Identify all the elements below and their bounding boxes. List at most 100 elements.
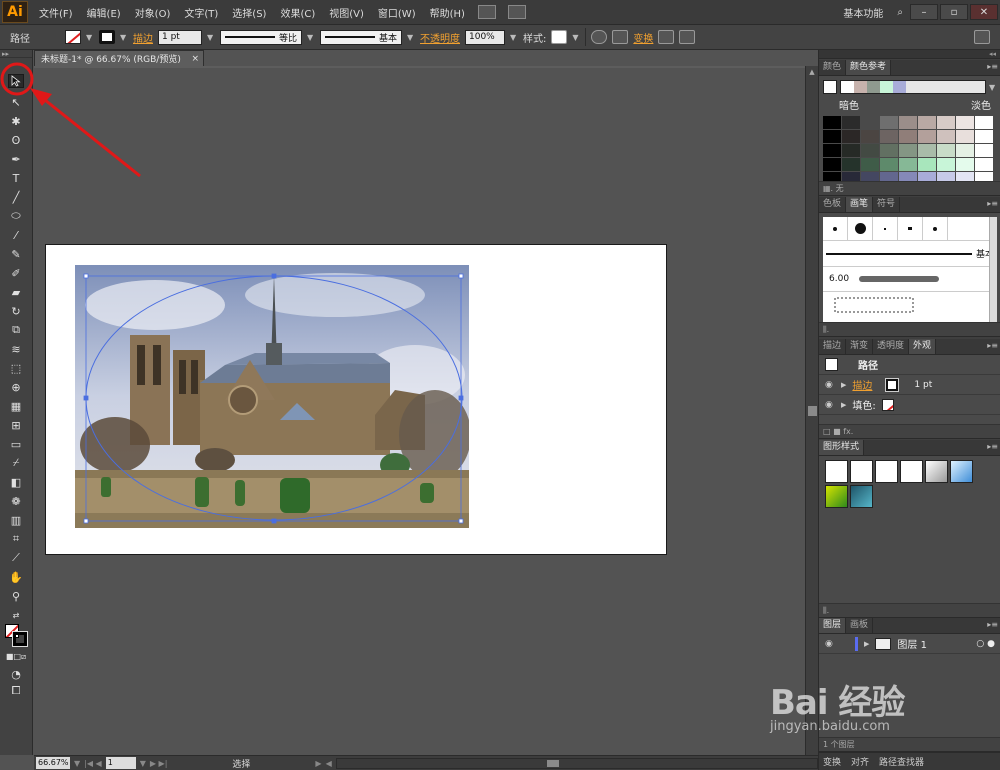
tab-layers[interactable]: 图层 [819, 618, 847, 633]
status-menu-icon[interactable]: ▶ [315, 759, 321, 768]
scroll-thumb[interactable] [546, 759, 559, 767]
rotate-tool-icon[interactable]: ↻ [8, 304, 24, 318]
close-icon[interactable]: × [191, 54, 199, 64]
brush-basic[interactable]: 基本 [823, 241, 997, 267]
color-guide-swatch[interactable] [823, 116, 841, 129]
expand-icon[interactable]: ▶ [841, 401, 846, 409]
brush-pattern[interactable] [823, 292, 997, 320]
stroke-panel-link[interactable]: 描边 [133, 30, 153, 45]
menu-file[interactable]: 文件(F) [32, 5, 80, 20]
color-guide-swatch[interactable] [956, 144, 974, 157]
graphic-style-library-icon[interactable]: ⫼. [823, 606, 829, 615]
color-guide-grid[interactable] [823, 116, 997, 185]
tab-brushes[interactable]: 画笔 [846, 197, 874, 212]
hand-tool-icon[interactable]: ✋ [8, 570, 24, 584]
chevron-down-icon[interactable]: ▼ [307, 33, 315, 42]
dock-collapse-icon[interactable]: ◂◂ [819, 50, 1000, 59]
mesh-tool-icon[interactable]: ⊞ [8, 418, 24, 432]
menu-select[interactable]: 选择(S) [225, 5, 273, 20]
canvas[interactable] [34, 68, 805, 755]
bridge-icon[interactable] [477, 5, 496, 19]
blob-brush-tool-icon[interactable]: ✐ [8, 266, 24, 280]
search-icon[interactable]: ⌕ [890, 7, 910, 18]
color-guide-swatch[interactable] [937, 144, 955, 157]
tab-artboards[interactable]: 画板 [846, 618, 874, 633]
arrange-documents-icon[interactable] [507, 5, 526, 19]
harmony-swatch[interactable] [893, 81, 906, 93]
workspace-switcher[interactable]: 基本功能 [836, 5, 890, 20]
brush-calligraphic-3[interactable] [923, 217, 948, 240]
transform-link[interactable]: 变换 [633, 30, 653, 45]
color-guide-swatch[interactable] [899, 144, 917, 157]
layer-row[interactable]: ◉ ▶ 图层 1 ○ ● [819, 634, 1000, 654]
color-guide-swatch[interactable] [823, 158, 841, 171]
brush-calligraphic-2[interactable] [898, 217, 923, 240]
expand-icon[interactable]: ▶ [864, 640, 869, 648]
color-guide-swatch[interactable] [880, 130, 898, 143]
color-guide-swatch[interactable] [956, 158, 974, 171]
color-guide-swatch[interactable] [861, 158, 879, 171]
panel-menu-icon[interactable] [974, 30, 990, 44]
color-guide-swatch[interactable] [937, 116, 955, 129]
base-color-swatch[interactable] [823, 80, 837, 94]
color-mode-icons[interactable]: ■□⧄ [6, 650, 26, 664]
eye-icon[interactable]: ◉ [825, 380, 835, 390]
color-guide-swatch[interactable] [956, 130, 974, 143]
tab-align[interactable]: 对齐 [851, 755, 869, 768]
next-artboard-icon[interactable]: ▶ ▶| [150, 759, 168, 768]
line-tool-icon[interactable]: ╱ [8, 190, 24, 204]
color-guide-swatch[interactable] [956, 116, 974, 129]
harmony-swatch[interactable] [854, 81, 867, 93]
color-guide-swatch[interactable] [937, 130, 955, 143]
graphic-style-default[interactable] [825, 460, 848, 483]
color-guide-swatch[interactable] [861, 116, 879, 129]
stroke-color-swatch[interactable] [885, 377, 900, 392]
selection-options-icon[interactable] [679, 30, 696, 44]
column-graph-tool-icon[interactable]: ▥ [8, 513, 24, 527]
opacity-link[interactable]: 不透明度 [420, 30, 460, 45]
scale-tool-icon[interactable]: ⧉ [8, 323, 24, 337]
gradient-tool-icon[interactable]: ▭ [8, 437, 24, 451]
screen-mode-icon[interactable]: ⧠ [8, 684, 24, 698]
appearance-fill-row[interactable]: ◉ ▶ 填色: [819, 395, 1000, 415]
first-artboard-icon[interactable]: |◀ ◀ [84, 759, 102, 768]
appearance-stroke-link[interactable]: 描边 [852, 377, 872, 392]
chevron-down-icon[interactable]: ▼ [74, 759, 80, 768]
graphic-style-none[interactable] [850, 460, 873, 483]
appearance-stroke-row[interactable]: ◉ ▶ 描边 1 pt [819, 375, 1000, 395]
blend-tool-icon[interactable]: ◧ [8, 475, 24, 489]
opacity-field[interactable]: 100% [465, 29, 505, 45]
brush-list[interactable]: 基本 6.00 [823, 217, 997, 323]
color-guide-swatch[interactable] [842, 116, 860, 129]
direct-selection-tool-icon[interactable]: ↖ [8, 95, 24, 109]
color-guide-swatch[interactable] [880, 116, 898, 129]
minimize-button[interactable]: – [910, 4, 938, 20]
tab-gradient[interactable]: 渐变 [846, 339, 874, 354]
panel-menu-icon[interactable]: ▸≡ [987, 341, 998, 350]
tab-swatches[interactable]: 色板 [819, 197, 847, 212]
scroll-left-icon[interactable]: ◀ [326, 759, 332, 768]
type-tool-icon[interactable]: T [8, 171, 24, 185]
color-guide-swatch[interactable] [899, 130, 917, 143]
variable-width-profile[interactable]: 等比 [220, 29, 302, 45]
add-new-stroke-icon[interactable]: □ ■ fx. [823, 427, 853, 436]
color-guide-swatch[interactable] [899, 116, 917, 129]
perspective-grid-tool-icon[interactable]: ▦ [8, 399, 24, 413]
color-guide-swatch[interactable] [880, 144, 898, 157]
color-guide-swatch[interactable] [918, 116, 936, 129]
ellipse-tool-icon[interactable]: ⬭ [8, 209, 24, 223]
eye-icon[interactable]: ◉ [825, 400, 835, 410]
brush-list-scrollbar[interactable] [989, 217, 997, 323]
pen-tool-icon[interactable]: ✒ [8, 152, 24, 166]
graphic-style-swatch[interactable] [551, 30, 568, 44]
warp-tool-icon[interactable]: ≋ [8, 342, 24, 356]
chevron-down-icon[interactable]: ▼ [989, 83, 997, 92]
graphic-styles-grid[interactable] [825, 460, 995, 508]
panel-grip[interactable]: ▸▸ [0, 50, 32, 58]
scroll-up-icon[interactable]: ▲ [806, 66, 818, 79]
stroke-swatch[interactable] [99, 30, 115, 44]
fill-stroke-swatches[interactable] [5, 624, 29, 647]
close-button[interactable]: ✕ [970, 4, 998, 20]
symbol-sprayer-tool-icon[interactable]: ❁ [8, 494, 24, 508]
panel-menu-icon[interactable]: ▸≡ [987, 442, 998, 451]
